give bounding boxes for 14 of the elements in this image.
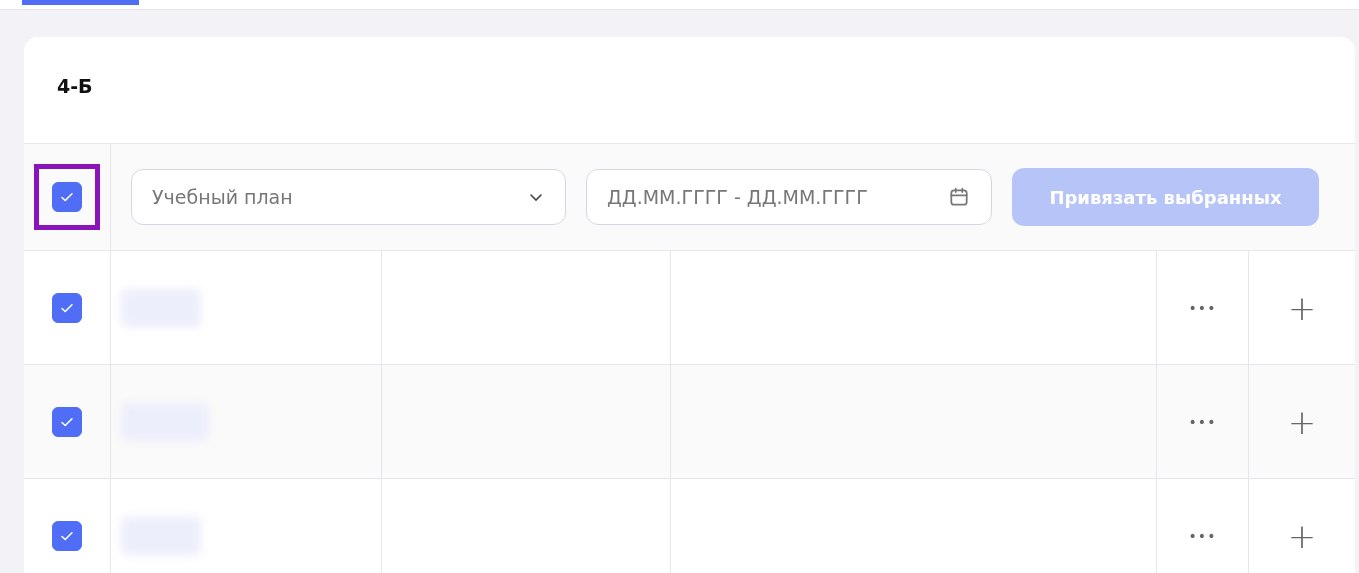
checkbox[interactable]	[52, 182, 82, 212]
row-checkbox[interactable]	[52, 406, 82, 437]
add-button[interactable]: +	[1281, 403, 1323, 440]
add-button[interactable]: +	[1281, 517, 1323, 554]
date-range-field[interactable]: ДД.ММ.ГГГГ - ДД.ММ.ГГГГ	[586, 169, 992, 225]
more-button[interactable]: •••	[1182, 412, 1223, 431]
add-button[interactable]: +	[1281, 289, 1323, 326]
plan-select[interactable]: Учебный план	[131, 169, 566, 225]
row-checkbox[interactable]	[52, 520, 82, 551]
card-title: 4-Б	[56, 74, 94, 99]
calendar-icon	[948, 186, 970, 208]
more-button[interactable]: •••	[1182, 526, 1223, 545]
row-checkbox[interactable]	[52, 292, 82, 323]
more-button[interactable]: •••	[1182, 298, 1223, 317]
